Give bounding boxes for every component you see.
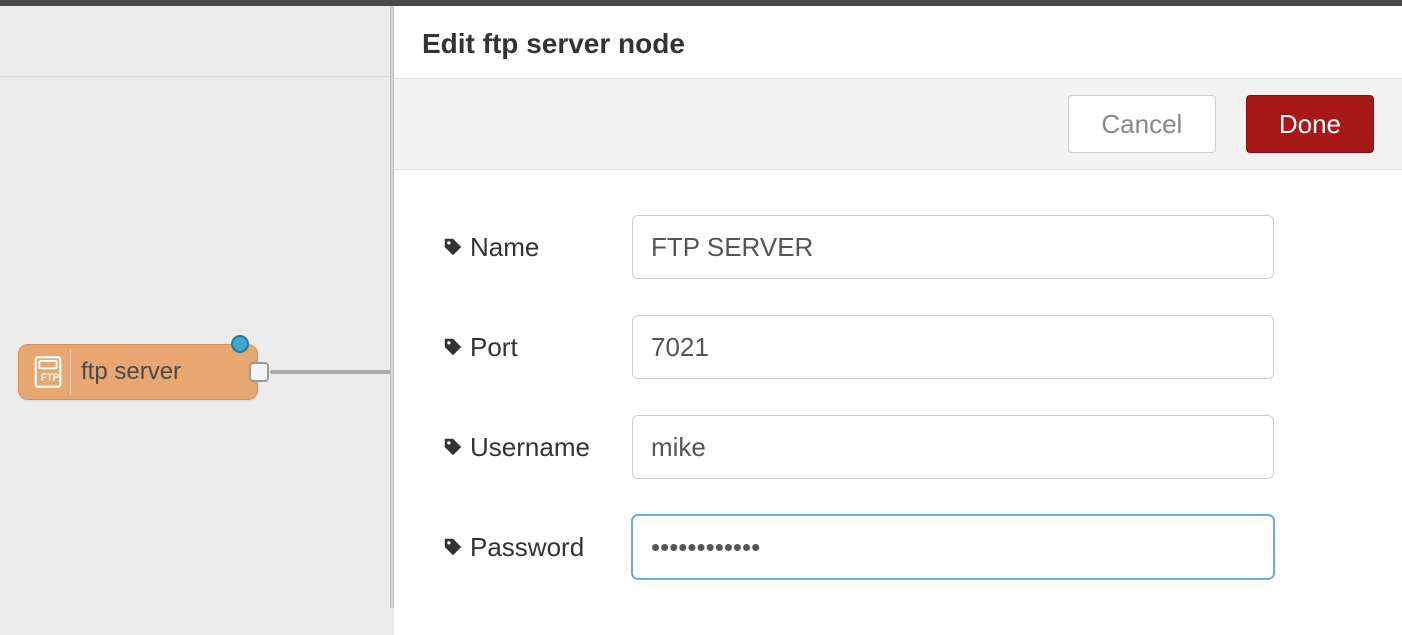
name-input[interactable] — [632, 215, 1274, 279]
name-label-group: Name — [422, 232, 632, 263]
port-label: Port — [470, 332, 518, 363]
port-label-group: Port — [422, 332, 632, 363]
node-wire — [270, 370, 392, 374]
tag-icon — [442, 436, 464, 458]
panel-header: Edit ftp server node — [394, 6, 1402, 78]
ftp-icon: FTP — [33, 356, 63, 388]
ftp-node-icon: FTP — [25, 349, 71, 395]
panel-title: Edit ftp server node — [422, 28, 1374, 60]
panel-body: Name Port Username — [394, 170, 1402, 635]
edit-panel: Edit ftp server node Cancel Done Name — [394, 6, 1402, 608]
form-row-name: Name — [422, 215, 1374, 279]
cancel-button[interactable]: Cancel — [1068, 95, 1216, 153]
username-label-group: Username — [422, 432, 632, 463]
node-output-port[interactable] — [249, 362, 269, 382]
ftp-server-node[interactable]: FTP ftp server — [18, 344, 258, 400]
tag-icon — [442, 336, 464, 358]
username-label: Username — [470, 432, 590, 463]
password-label: Password — [470, 532, 584, 563]
panel-toolbar: Cancel Done — [394, 78, 1402, 170]
canvas-divider — [0, 76, 390, 77]
password-input[interactable] — [632, 515, 1274, 579]
node-label: ftp server — [81, 358, 181, 386]
tag-icon — [442, 236, 464, 258]
flow-canvas[interactable]: FTP ftp server — [0, 6, 390, 608]
username-input[interactable] — [632, 415, 1274, 479]
done-button[interactable]: Done — [1246, 95, 1374, 153]
port-input[interactable] — [632, 315, 1274, 379]
name-label: Name — [470, 232, 539, 263]
node-status-port — [231, 335, 249, 353]
password-label-group: Password — [422, 532, 632, 563]
form-row-password: Password — [422, 515, 1374, 579]
svg-text:FTP: FTP — [40, 373, 59, 384]
tag-icon — [442, 536, 464, 558]
form-row-port: Port — [422, 315, 1374, 379]
form-row-username: Username — [422, 415, 1374, 479]
